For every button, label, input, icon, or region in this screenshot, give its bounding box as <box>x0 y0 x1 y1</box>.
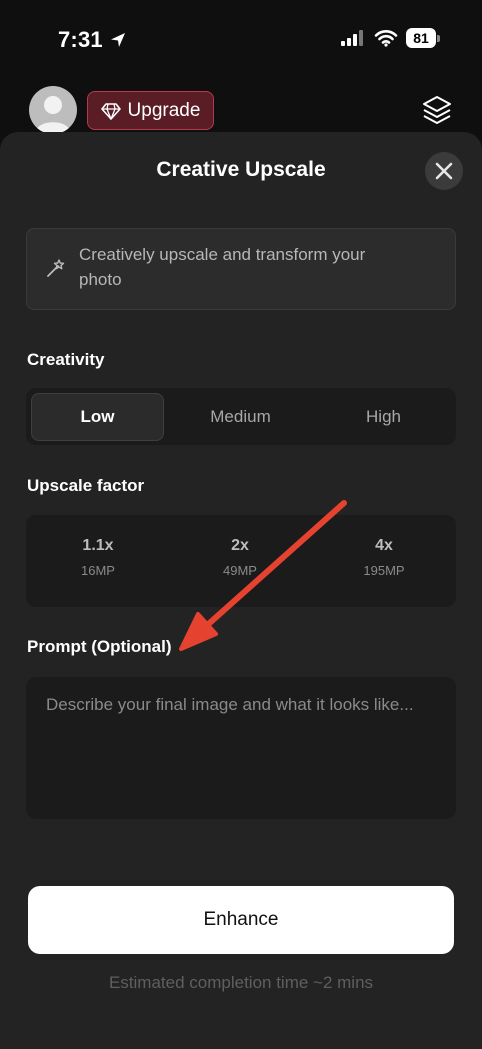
status-time: 7:31 <box>58 27 127 53</box>
estimated-time-text: Estimated completion time ~2 mins <box>108 973 374 992</box>
close-button[interactable] <box>425 152 463 190</box>
upscale-option-1-1x[interactable]: 1.1x 16MP <box>38 537 158 578</box>
creativity-option-low[interactable]: Low <box>31 393 164 441</box>
upscale-option-mp: 195MP <box>363 563 405 578</box>
creative-upscale-sheet: Creative Upscale Creatively upscale and … <box>0 132 482 1049</box>
battery-level: 81 <box>406 28 436 48</box>
status-bar: 7:31 81 <box>0 0 482 80</box>
upscale-option-mp: 16MP <box>81 563 115 578</box>
creativity-option-high[interactable]: High <box>317 393 450 441</box>
layers-icon[interactable] <box>420 94 454 128</box>
upscale-factor-selector: 1.1x 16MP 2x 49MP 4x 195MP <box>26 515 456 607</box>
status-time-text: 7:31 <box>58 27 103 52</box>
magic-wand-icon <box>47 259 65 277</box>
upscale-option-2x[interactable]: 2x 49MP <box>180 537 300 578</box>
prompt-input[interactable] <box>26 677 456 819</box>
prompt-label: Prompt (Optional) <box>27 637 172 656</box>
upscale-option-4x[interactable]: 4x 195MP <box>324 537 444 578</box>
upscale-factor-label: Upscale factor <box>27 476 145 495</box>
sheet-title: Creative Upscale <box>156 158 326 181</box>
creativity-label: Creativity <box>27 350 105 369</box>
location-arrow-icon <box>110 33 125 47</box>
upscale-option-factor: 4x <box>375 537 393 554</box>
avatar[interactable] <box>29 86 77 134</box>
upscale-option-factor: 2x <box>231 537 249 554</box>
user-silhouette-icon <box>36 96 70 132</box>
info-banner: Creatively upscale and transform your ph… <box>26 228 456 310</box>
prompt-field-container <box>26 677 456 819</box>
creativity-selector: Low Medium High <box>26 388 456 445</box>
close-icon <box>435 162 453 180</box>
cellular-signal-icon <box>341 30 363 46</box>
upgrade-label: Upgrade <box>127 99 201 121</box>
battery-cap <box>437 34 440 42</box>
diamond-icon <box>100 102 121 120</box>
enhance-button[interactable]: Enhance <box>28 886 454 954</box>
battery-indicator: 81 <box>406 28 440 48</box>
upscale-option-factor: 1.1x <box>82 537 114 554</box>
wifi-icon <box>374 30 398 47</box>
upscale-option-mp: 49MP <box>223 563 257 578</box>
status-icons: 81 <box>340 28 440 48</box>
info-text: Creatively upscale and transform your ph… <box>79 245 366 289</box>
upgrade-button[interactable]: Upgrade <box>87 91 214 130</box>
creativity-option-medium[interactable]: Medium <box>174 393 307 441</box>
